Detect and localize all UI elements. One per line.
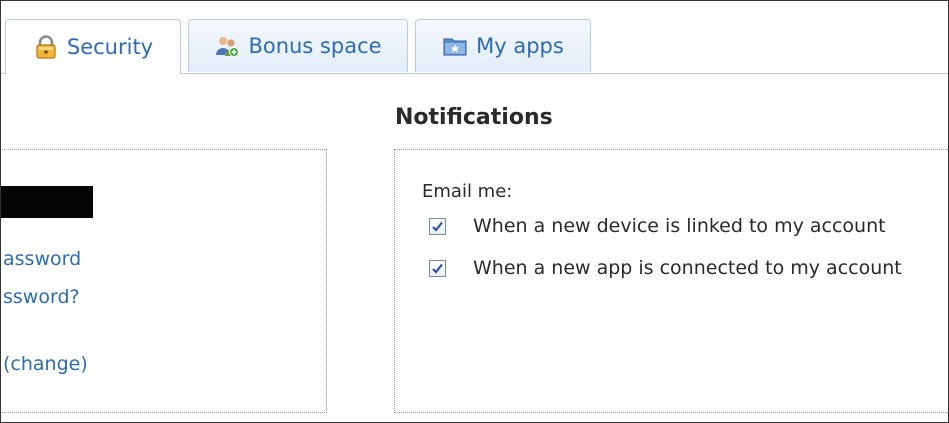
notify-device-linked-row[interactable]: When a new device is linked to my accoun… [429,215,886,237]
redacted-email [1,186,93,218]
settings-window: Security Bonus space My apps assword ssw… [0,0,949,423]
tab-label: Security [66,35,154,59]
change-password-link[interactable]: assword [3,248,81,270]
lock-icon [33,34,59,60]
forgot-password-link[interactable]: ssword? [3,286,80,308]
checkmark-icon [432,263,443,274]
app-connected-label: When a new app is connected to my accoun… [473,257,902,279]
checkmark-icon [432,221,443,232]
tab-my-apps[interactable]: My apps [415,19,591,72]
device-linked-label: When a new device is linked to my accoun… [473,215,886,237]
tab-label: Bonus space [248,34,382,58]
app-connected-checkbox[interactable] [429,259,446,277]
tab-label: My apps [476,34,564,58]
tab-bar: Security Bonus space My apps [1,1,948,74]
device-linked-checkbox[interactable] [429,217,446,235]
notify-app-connected-row[interactable]: When a new app is connected to my accoun… [429,257,902,279]
apps-folder-icon [442,33,468,59]
notifications-title: Notifications [395,105,553,130]
users-icon [214,33,240,59]
tab-bonus-space[interactable]: Bonus space [188,19,408,72]
change-link[interactable]: (change) [3,353,88,375]
email-me-label: Email me: [422,181,513,202]
tab-security[interactable]: Security [5,19,181,74]
